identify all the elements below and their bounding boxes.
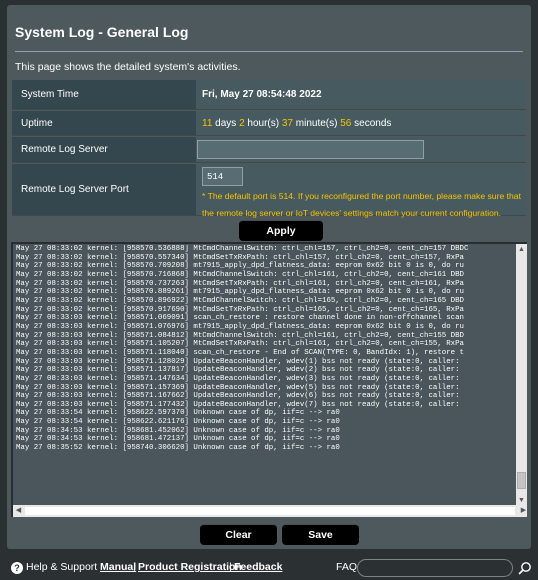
scroll-up-arrow-icon[interactable]: ▲ bbox=[516, 244, 527, 255]
feedback-link[interactable]: Feedback bbox=[234, 561, 282, 573]
footer-separator: | bbox=[229, 561, 232, 573]
uptime-seconds-unit: seconds bbox=[351, 117, 392, 129]
remote-log-server-cell bbox=[196, 137, 526, 162]
search-icon[interactable] bbox=[518, 561, 532, 575]
remote-log-server-input[interactable] bbox=[197, 140, 424, 159]
faq-search-input[interactable] bbox=[357, 559, 513, 577]
system-time-value: Fri, May 27 08:54:48 2022 bbox=[196, 80, 526, 109]
uptime-minutes-unit: minute(s) bbox=[293, 117, 341, 129]
apply-button[interactable]: Apply bbox=[239, 220, 323, 241]
system-time-label: System Time bbox=[12, 80, 196, 109]
port-note: * The default port is 514. If you reconf… bbox=[202, 191, 521, 218]
uptime-row: Uptime 11 days 2 hour(s) 37 minute(s) 56… bbox=[12, 111, 526, 136]
page-description: This page shows the detailed system's ac… bbox=[15, 61, 241, 73]
scroll-left-arrow-icon[interactable]: ◀ bbox=[13, 505, 24, 517]
general-log-panel: System Log - General Log This page shows… bbox=[7, 5, 531, 549]
horizontal-scroll-thumb[interactable] bbox=[25, 507, 515, 515]
manual-link[interactable]: Manual bbox=[100, 561, 136, 573]
log-text: May 27 08:33:02 kernel: [958570.536888] … bbox=[16, 245, 469, 453]
uptime-hours-unit: hour(s) bbox=[244, 117, 282, 129]
scroll-right-arrow-icon[interactable]: ▶ bbox=[518, 505, 527, 517]
remote-log-server-row: Remote Log Server bbox=[12, 137, 526, 163]
uptime-seconds: 56 bbox=[340, 117, 352, 129]
clear-button[interactable]: Clear bbox=[200, 524, 277, 545]
faq-label: FAQ bbox=[336, 561, 358, 573]
log-textarea[interactable]: May 27 08:33:02 kernel: [958570.536888] … bbox=[11, 242, 527, 517]
remote-log-server-label: Remote Log Server bbox=[12, 137, 196, 162]
remote-log-server-port-input[interactable]: 514 bbox=[202, 167, 243, 186]
footer-separator: | bbox=[133, 561, 136, 573]
save-button[interactable]: Save bbox=[282, 524, 359, 545]
vertical-scroll-thumb[interactable] bbox=[517, 472, 526, 489]
uptime-label: Uptime bbox=[12, 111, 196, 135]
remote-log-server-port-label: Remote Log Server Port bbox=[12, 164, 196, 215]
uptime-days-unit: days bbox=[212, 117, 240, 129]
page-title: System Log - General Log bbox=[15, 24, 189, 40]
system-time-row: System Time Fri, May 27 08:54:48 2022 bbox=[12, 80, 526, 110]
question-circle-icon: ? bbox=[11, 562, 23, 574]
vertical-scrollbar[interactable]: ▲ ▼ bbox=[516, 244, 527, 506]
footer: ? Help & Support Manual | Product Regist… bbox=[0, 556, 538, 580]
title-divider bbox=[15, 51, 523, 52]
product-registration-link[interactable]: Product Registration bbox=[138, 561, 242, 573]
horizontal-scrollbar[interactable]: ◀ ▶ bbox=[13, 505, 527, 517]
help-support-link[interactable]: Help & Support bbox=[26, 561, 97, 573]
uptime-value: 11 days 2 hour(s) 37 minute(s) 56 second… bbox=[196, 111, 526, 135]
uptime-days: 11 bbox=[202, 117, 213, 129]
remote-log-server-port-row: Remote Log Server Port 514 * The default… bbox=[12, 164, 526, 218]
remote-log-server-port-cell: 514 * The default port is 514. If you re… bbox=[196, 164, 526, 218]
uptime-minutes: 37 bbox=[281, 117, 293, 129]
